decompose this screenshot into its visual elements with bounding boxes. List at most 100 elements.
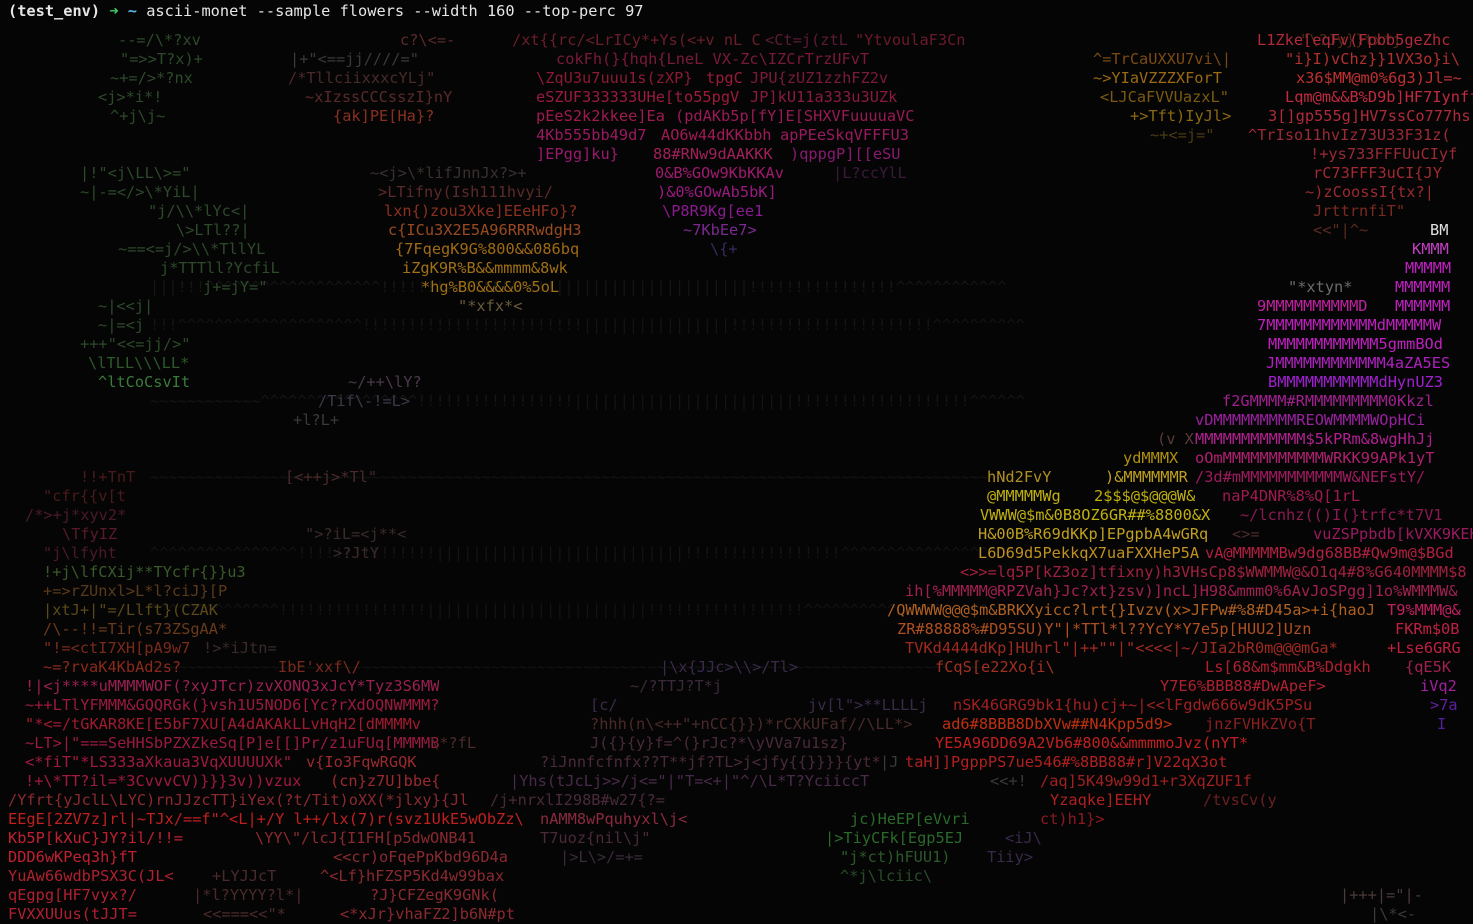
ascii-art-fragment: )&MMMMMMR bbox=[1105, 468, 1188, 486]
ascii-art-fragment: H&00B%R69dKKp]EPgpbA4wGRq bbox=[978, 525, 1209, 543]
ascii-art-fragment: Yzaqke]EEHY bbox=[1050, 791, 1152, 809]
ascii-art-fragment: !!+TnT bbox=[80, 468, 136, 486]
ascii-art-fragment: /3d#mMMMMMMMMMMMW&NEFstY/ bbox=[1195, 468, 1426, 486]
ascii-art-fragment: MMMMMM bbox=[1395, 297, 1451, 315]
ascii-art-fragment: Tiiy> bbox=[987, 848, 1034, 866]
ascii-art-fragment: 7MMMMMMMMMMMMdMMMMMW bbox=[1257, 316, 1442, 334]
ascii-art-fragment: /xt{{rc/<LrICy*+Ys(<+v nL C bbox=[512, 31, 761, 49]
ascii-art-fragment: /Tif\-!=L> bbox=[318, 392, 411, 410]
ascii-texture-row: !!!^^^^^^^^^^^^^^^^^^^^!!!!!!!!!!!!!!!!!… bbox=[150, 316, 1025, 334]
ascii-art-fragment: vA@MMMMMBw9dg68BB#Qw9m@$BGd bbox=[1205, 544, 1454, 562]
ascii-art-fragment: (pdAKb5p[fY]E[SHXVFuuuuaVC bbox=[675, 107, 915, 125]
ascii-art-fragment: !>*iJtn= bbox=[203, 639, 277, 657]
ascii-art-fragment: ~)zCoossI{tx?| bbox=[1305, 183, 1434, 201]
ascii-art-fragment: ">?iL=<j**< bbox=[305, 525, 407, 543]
ascii-art-fragment: lxn{)zou3Xke]EEeHFo}? bbox=[384, 202, 578, 220]
ascii-art-fragment: !+ys733FFFUuCIyf bbox=[1310, 145, 1458, 163]
ascii-art-fragment: |L?ccYlL bbox=[833, 164, 907, 182]
ascii-art-fragment: L6D69d5PekkqX7uaFXXHeP5A bbox=[978, 544, 1200, 562]
ascii-art-fragment: ih[%MMMMM@RPZVah}Jc?xt}zsv)]ncL]H98&mmm0… bbox=[905, 582, 1458, 600]
ascii-art-fragment: /tvsCv(y bbox=[1203, 791, 1277, 809]
ascii-art-fragment: <<+! bbox=[990, 772, 1027, 790]
ascii-art-fragment: /QWWWW@@@$m&BRKXyicc?lrt{}Ivzv(x>JFPw#%8… bbox=[887, 601, 1376, 619]
ascii-art-fragment: |+++|="|- bbox=[1340, 886, 1423, 904]
ascii-art-fragment: {7FqegK9G%800&&086bq bbox=[395, 240, 580, 258]
ascii-art-fragment: taH]]PgppPS7ue546#%8BB88#r]V22qX3ot bbox=[905, 753, 1228, 771]
ascii-art-fragment: c?\<=- bbox=[400, 31, 456, 49]
ascii-art-fragment: |!"<j\LL\>=" bbox=[80, 164, 191, 182]
ascii-art-fragment: +++"<<=jj/>" bbox=[80, 335, 191, 353]
ascii-art-fragment: !+j\lfCXij**TYcfr{}}u3 bbox=[43, 563, 246, 581]
ascii-art-fragment: 3[]gp555g]HV7ssCo777hs bbox=[1268, 107, 1471, 125]
ascii-art-fragment: "*xtyn* bbox=[1288, 278, 1353, 296]
ascii-art-fragment: |>TiyCFk[Egp5EJ bbox=[825, 829, 964, 847]
ascii-art-fragment: MMMMMMMMMMMM$5kPRm&8wgHhJj bbox=[1195, 430, 1435, 448]
ascii-art-fragment: ~|-=</>\*YiL| bbox=[80, 183, 200, 201]
ascii-art-fragment: |*l?YYYY?l*| bbox=[193, 886, 304, 904]
ascii-art-fragment: MMMMMM bbox=[1395, 278, 1451, 296]
ascii-art-fragment: <<===<<"* bbox=[203, 905, 286, 923]
ascii-art-fragment: {qE5K bbox=[1405, 658, 1452, 676]
terminal-window[interactable]: |||!!!^^^^^^^^^^^^^^^^^^^!!!!!!!!!!!!!!!… bbox=[0, 0, 1473, 924]
ascii-art-fragment: EEgE[2ZV7z]rl|~TJx/==f"^<L|+/Y l++/lx(7)… bbox=[8, 810, 524, 828]
ascii-art-fragment: )qppgP][[eSU bbox=[790, 145, 901, 163]
ascii-art-fragment: ~/?TTJ?T*j bbox=[630, 677, 723, 695]
ascii-art-fragment: +LYJJcT bbox=[212, 867, 277, 885]
ascii-art-fragment: naP4DNR%8%Q[1rL bbox=[1222, 487, 1361, 505]
ascii-art-fragment: |>L\>/=+= bbox=[560, 848, 643, 866]
ascii-art-fragment: JMMMMMMMMMMMM4aZA5ES bbox=[1266, 354, 1451, 372]
ascii-art-fragment: 88#RNw9dAAKKK bbox=[653, 145, 773, 163]
ascii-art-fragment: \TfyIZ bbox=[62, 525, 118, 543]
ascii-art-fragment: ^+j\j~ bbox=[110, 107, 166, 125]
ascii-art-fragment: iVq2 bbox=[1420, 677, 1457, 695]
ascii-art-fragment: <*fiT"*LS333aXkaua3VqXUUUUXk" bbox=[25, 753, 293, 771]
ascii-art-fragment: "YtvoulaF3Cn bbox=[855, 31, 966, 49]
ascii-art-fragment: @MMMMMWg bbox=[987, 487, 1061, 505]
ascii-art-fragment: /*TllciixxxcYLj" bbox=[288, 69, 436, 87]
ascii-art-fragment: ct)h1}> bbox=[1040, 810, 1105, 828]
ascii-art-fragment: \YY\"/lcJ{I1FH[p5dwONB41 bbox=[255, 829, 477, 847]
ascii-art-fragment: MMMMM bbox=[1405, 259, 1452, 277]
ascii-art-fragment: pEeS2k2kkee]Ea bbox=[536, 107, 665, 125]
ascii-art-fragment: <j>*i*! bbox=[98, 88, 163, 106]
ascii-art-fragment: eSZUF333333UHe[t bbox=[536, 88, 684, 106]
ascii-art-fragment: \{+ bbox=[710, 240, 738, 258]
ascii-art-fragment: [c/ bbox=[590, 696, 618, 714]
ascii-art-fragment: *hg%B0&&&&0%5oL bbox=[421, 278, 560, 296]
ascii-art-fragment: 9MMMMMMMMMMD bbox=[1257, 297, 1368, 315]
ascii-art-fragment: "j*ct)hFUU1) bbox=[840, 848, 951, 866]
ascii-art-fragment: Y7E6%BBB88#DwApeF> bbox=[1160, 677, 1326, 695]
ascii-art-fragment: I bbox=[1437, 715, 1447, 733]
ascii-art-fragment: ^TrIso11hvIz73U33F31z( bbox=[1248, 126, 1451, 144]
ascii-art-fragment: ~+=/>*?nx bbox=[110, 69, 193, 87]
ascii-art-fragment: (cn}z7U]bbe{ bbox=[330, 772, 441, 790]
ascii-art-fragment: nAMM8wPquhyxl\j< bbox=[540, 810, 688, 828]
ascii-art-fragment: /aq]5K49w99d1+r3XqZUF1f bbox=[1040, 772, 1252, 790]
ascii-art-fragment: T9%MMM@& bbox=[1387, 601, 1461, 619]
ascii-art-fragment: ~xIzssCCCsszI}nY bbox=[305, 88, 453, 106]
ascii-art-fragment: Ls[68&m$mm&B%Ddgkh bbox=[1205, 658, 1371, 676]
ascii-art-fragment: |J bbox=[880, 753, 899, 771]
ascii-art-fragment: BMMMMMMMMMMMdHynUZ3 bbox=[1268, 373, 1443, 391]
env-label: (test_env) bbox=[8, 2, 101, 20]
ascii-art-fragment: MMMMMMMMMMMM5gmmBOd bbox=[1268, 335, 1443, 353]
ascii-art-fragment: <LJCaFVVUazxL" bbox=[1100, 88, 1229, 106]
ascii-art-fragment: |\*<- bbox=[1370, 905, 1417, 923]
ascii-texture-row: ^^^^^^^^^^^^^^!!!!!!!!!!!!!!!!||||||||||… bbox=[150, 601, 1016, 619]
ascii-art-fragment: <iJ\ bbox=[1005, 829, 1042, 847]
ascii-art-fragment: ydMMMX bbox=[1123, 449, 1179, 467]
ascii-art-fragment: apPEeSkqVFFFU3 bbox=[780, 126, 909, 144]
ascii-art-fragment: c{ICu3X2E5A96RRRwdgH3 bbox=[388, 221, 582, 239]
ascii-art-fragment: DDD6wKPeq3h}fT bbox=[8, 848, 137, 866]
ascii-art-fragment: <>>=lq5P[kZ3oz]tfixny)h3VHsCp8$WWMMW@&O1… bbox=[960, 563, 1467, 581]
prompt-arrow-icon: ➜ bbox=[109, 2, 119, 20]
ascii-art-fragment: ad6#8BBB8DbXVw##N4Kpp5d9> bbox=[942, 715, 1173, 733]
ascii-art-fragment: cokFh(}{hqh{LneL VX-Zc\IZCrTrzUFvT bbox=[556, 50, 870, 68]
command-prompt-line: (test_env) ➜ ~ ascii-monet --sample flow… bbox=[8, 2, 644, 21]
ascii-art-fragment: <<cr)oFqePpKbd96D4a bbox=[333, 848, 508, 866]
ascii-art-fragment: <<"|^~ bbox=[1313, 221, 1369, 239]
ascii-art-fragment: !+\*TT?il=*3CvvvCV)}}}3v))vzux bbox=[25, 772, 302, 790]
ascii-art-fragment: ~/lcnhz(()I(}trfc*t7V1 bbox=[1240, 506, 1443, 524]
ascii-art-fragment: ~>YIaVZZZXForT bbox=[1093, 69, 1222, 87]
ascii-art-fragment: ~==<=j/>\\*TllYL bbox=[118, 240, 266, 258]
